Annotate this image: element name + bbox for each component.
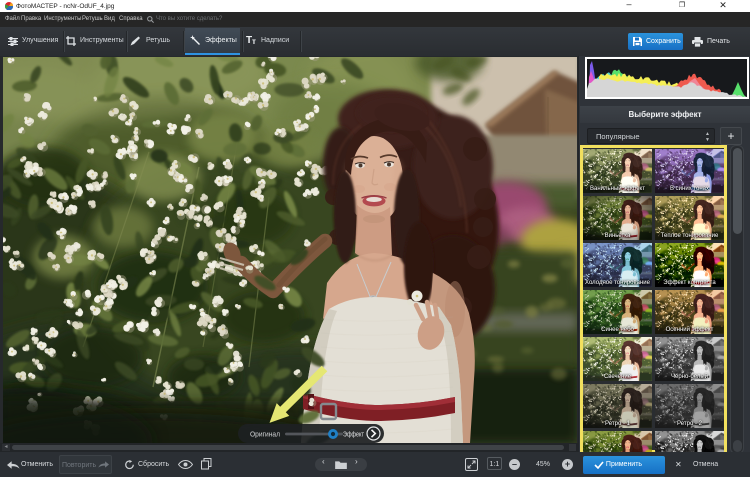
svg-text:Эффект: Эффект: [343, 432, 365, 439]
svg-text:Оригинал: Оригинал: [250, 432, 280, 439]
